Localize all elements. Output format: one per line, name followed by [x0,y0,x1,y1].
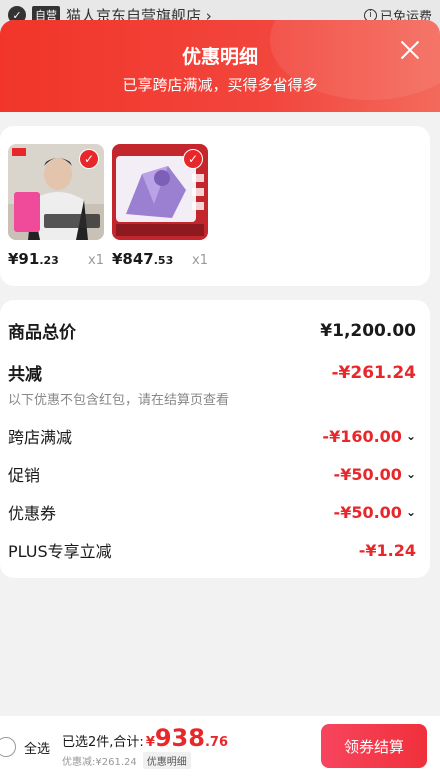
discount-item-coupon[interactable]: 优惠券 -¥50.00 ⌄ [8,500,416,524]
product-price-row: ¥91.23 x1 [8,250,104,268]
sheet-title: 优惠明细 [181,46,258,68]
select-all-toggle[interactable]: 全选 [0,737,50,757]
product-price: ¥91.23 [8,250,59,268]
selected-check-icon: ✓ [183,149,203,169]
product-quantity: x1 [88,253,104,268]
select-all-label: 全选 [24,741,51,757]
price-detail-card: 商品总价 ¥1,200.00 共减 -¥261.24 以下优惠不包含红包，请在结… [0,300,430,578]
discount-note: 以下优惠不包含红包，请在结算页查看 [8,393,230,408]
select-all-radio[interactable] [0,737,16,757]
checkout-button[interactable]: 领券结算 [321,724,427,768]
product-list-card: ✓ ¥91.23 x1 ✓ ¥847.53 x1 [0,126,430,286]
product-item[interactable]: ✓ ¥91.23 x1 [8,144,104,268]
product-thumbnail[interactable]: ✓ [8,144,104,240]
discount-item-plus: PLUS专享立减 -¥1.24 [8,540,416,562]
discount-detail-toggle[interactable]: 优惠明细 [142,751,191,769]
total-price-value: ¥1,200.00 [320,320,416,341]
product-price-row: ¥847.53 x1 [112,250,208,268]
product-quantity: x1 [192,253,208,268]
discount-item-promotion[interactable]: 促销 -¥50.00 ⌄ [8,462,416,486]
total-price-label: 商品总价 [8,323,76,343]
selected-check-icon: ✓ [79,149,99,169]
total-discount-row: 共减 -¥261.24 [8,360,417,386]
discount-detail-sheet: 优惠明细 已享跨店满减，买得多省得多 ✓ ¥91.23 x1 ✓ ¥847.53… [0,20,440,778]
total-discount-label: 共减 [8,365,42,385]
chevron-down-icon: ⌄ [405,467,416,481]
sheet-header: 优惠明细 已享跨店满减，买得多省得多 [0,20,440,112]
product-price: ¥847.53 [112,250,174,268]
total-discount-value: -¥261.24 [331,362,417,383]
close-icon[interactable] [398,38,422,62]
selected-total: 已选2件,合计: ¥ 938 .76 [62,723,228,752]
chevron-down-icon: ⌄ [405,429,416,443]
chevron-down-icon: ⌄ [405,505,416,519]
product-item[interactable]: ✓ ¥847.53 x1 [112,144,208,268]
total-amount: 938 [154,723,205,752]
checkout-bar: 全选 已选2件,合计: ¥ 938 .76 优惠减:¥261.24 优惠明细 领… [0,716,440,778]
sheet-subtitle: 已享跨店满减，买得多省得多 [122,76,318,94]
discount-summary: 优惠减:¥261.24 优惠明细 [62,751,228,769]
product-thumbnail[interactable]: ✓ [112,144,208,240]
discount-item-cross-store[interactable]: 跨店满减 -¥160.00 ⌄ [8,424,416,448]
order-summary: 已选2件,合计: ¥ 938 .76 优惠减:¥261.24 优惠明细 [62,726,228,769]
total-price-row: 商品总价 ¥1,200.00 [8,318,416,344]
